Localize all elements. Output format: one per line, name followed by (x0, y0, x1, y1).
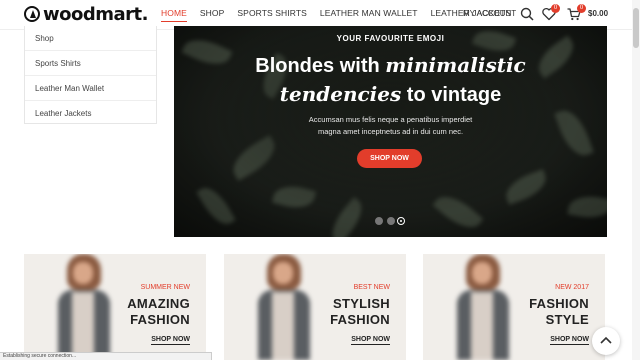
logo-text: woodmart. (43, 3, 148, 25)
page-scrollbar[interactable] (632, 0, 640, 360)
cart-count-badge: 0 (577, 4, 586, 13)
nav-item-sports-shirts[interactable]: SPORTS SHIRTS (237, 8, 306, 22)
sidebar-item-leather-man-wallet[interactable]: Leather Man Wallet (25, 76, 156, 101)
logo-mark-icon (24, 6, 40, 22)
nav-item-leather-man-wallet[interactable]: LEATHER MAN WALLET (320, 8, 418, 22)
sidebar-item-leather-jackets[interactable]: Leather Jackets (25, 101, 156, 126)
banner-tag: BEST NEW (353, 284, 390, 291)
logo[interactable]: woodmart. (24, 2, 148, 26)
promo-banner-stylish-fashion[interactable]: BEST NEW STYLISH FASHION SHOP NOW (224, 254, 406, 360)
promo-banner-fashion-style[interactable]: NEW 2017 FASHION STYLE SHOP NOW (423, 254, 605, 360)
hero-headline-line-1: Blondes with minimalistic (255, 53, 526, 77)
hero-headline-line-2: tendencies to vintage (279, 82, 502, 106)
hero-subtext-line-1: Accumsan mus felis neque a penatibus imp… (308, 115, 473, 124)
banner-shop-now-link[interactable]: SHOP NOW (151, 336, 190, 345)
banner-title: FASHION STYLE (529, 296, 589, 327)
model-photo (254, 254, 314, 360)
banner-tag: SUMMER NEW (140, 284, 190, 291)
hero-shop-now-button[interactable]: SHOP NOW (357, 149, 422, 168)
sidebar-item-sports-shirts[interactable]: Sports Shirts (25, 51, 156, 76)
slider-dot-2[interactable] (387, 217, 395, 225)
banner-title: AMAZING FASHION (127, 296, 190, 327)
slider-dot-1[interactable] (375, 217, 383, 225)
hero-subtext-line-2: magna amet inceptnetus ad in dui cum nec… (317, 127, 464, 136)
banner-tag: NEW 2017 (555, 284, 589, 291)
banner-title: STYLISH FASHION (330, 296, 390, 327)
model-photo (54, 254, 114, 360)
banner-shop-now-link[interactable]: SHOP NOW (550, 336, 589, 345)
chevron-up-icon (600, 336, 612, 344)
slider-dot-3-active[interactable] (397, 217, 405, 225)
category-sidebar: Shop Sports Shirts Leather Man Wallet Le… (24, 26, 157, 124)
nav-item-shop[interactable]: SHOP (200, 8, 225, 22)
promo-banner-amazing-fashion[interactable]: SUMMER NEW AMAZING FASHION SHOP NOW (24, 254, 206, 360)
scrollbar-thumb[interactable] (633, 8, 639, 48)
nav-item-home[interactable]: HOME (161, 8, 187, 22)
my-account-link[interactable]: MY ACCOUNT (463, 9, 516, 18)
hero-slider: YOUR FAVOURITE EMOJI Blondes with minima… (174, 26, 607, 237)
wishlist-count-badge: 0 (551, 4, 560, 13)
sidebar-item-shop[interactable]: Shop (25, 26, 156, 51)
browser-status-bar: Establishing secure connection... (0, 352, 212, 360)
search-icon[interactable] (519, 6, 535, 22)
hero-eyebrow: YOUR FAVOURITE EMOJI (336, 34, 445, 43)
cart-total[interactable]: $0.00 (588, 9, 608, 18)
scroll-to-top-button[interactable] (592, 327, 620, 355)
model-photo (453, 254, 513, 360)
banner-shop-now-link[interactable]: SHOP NOW (351, 336, 390, 345)
